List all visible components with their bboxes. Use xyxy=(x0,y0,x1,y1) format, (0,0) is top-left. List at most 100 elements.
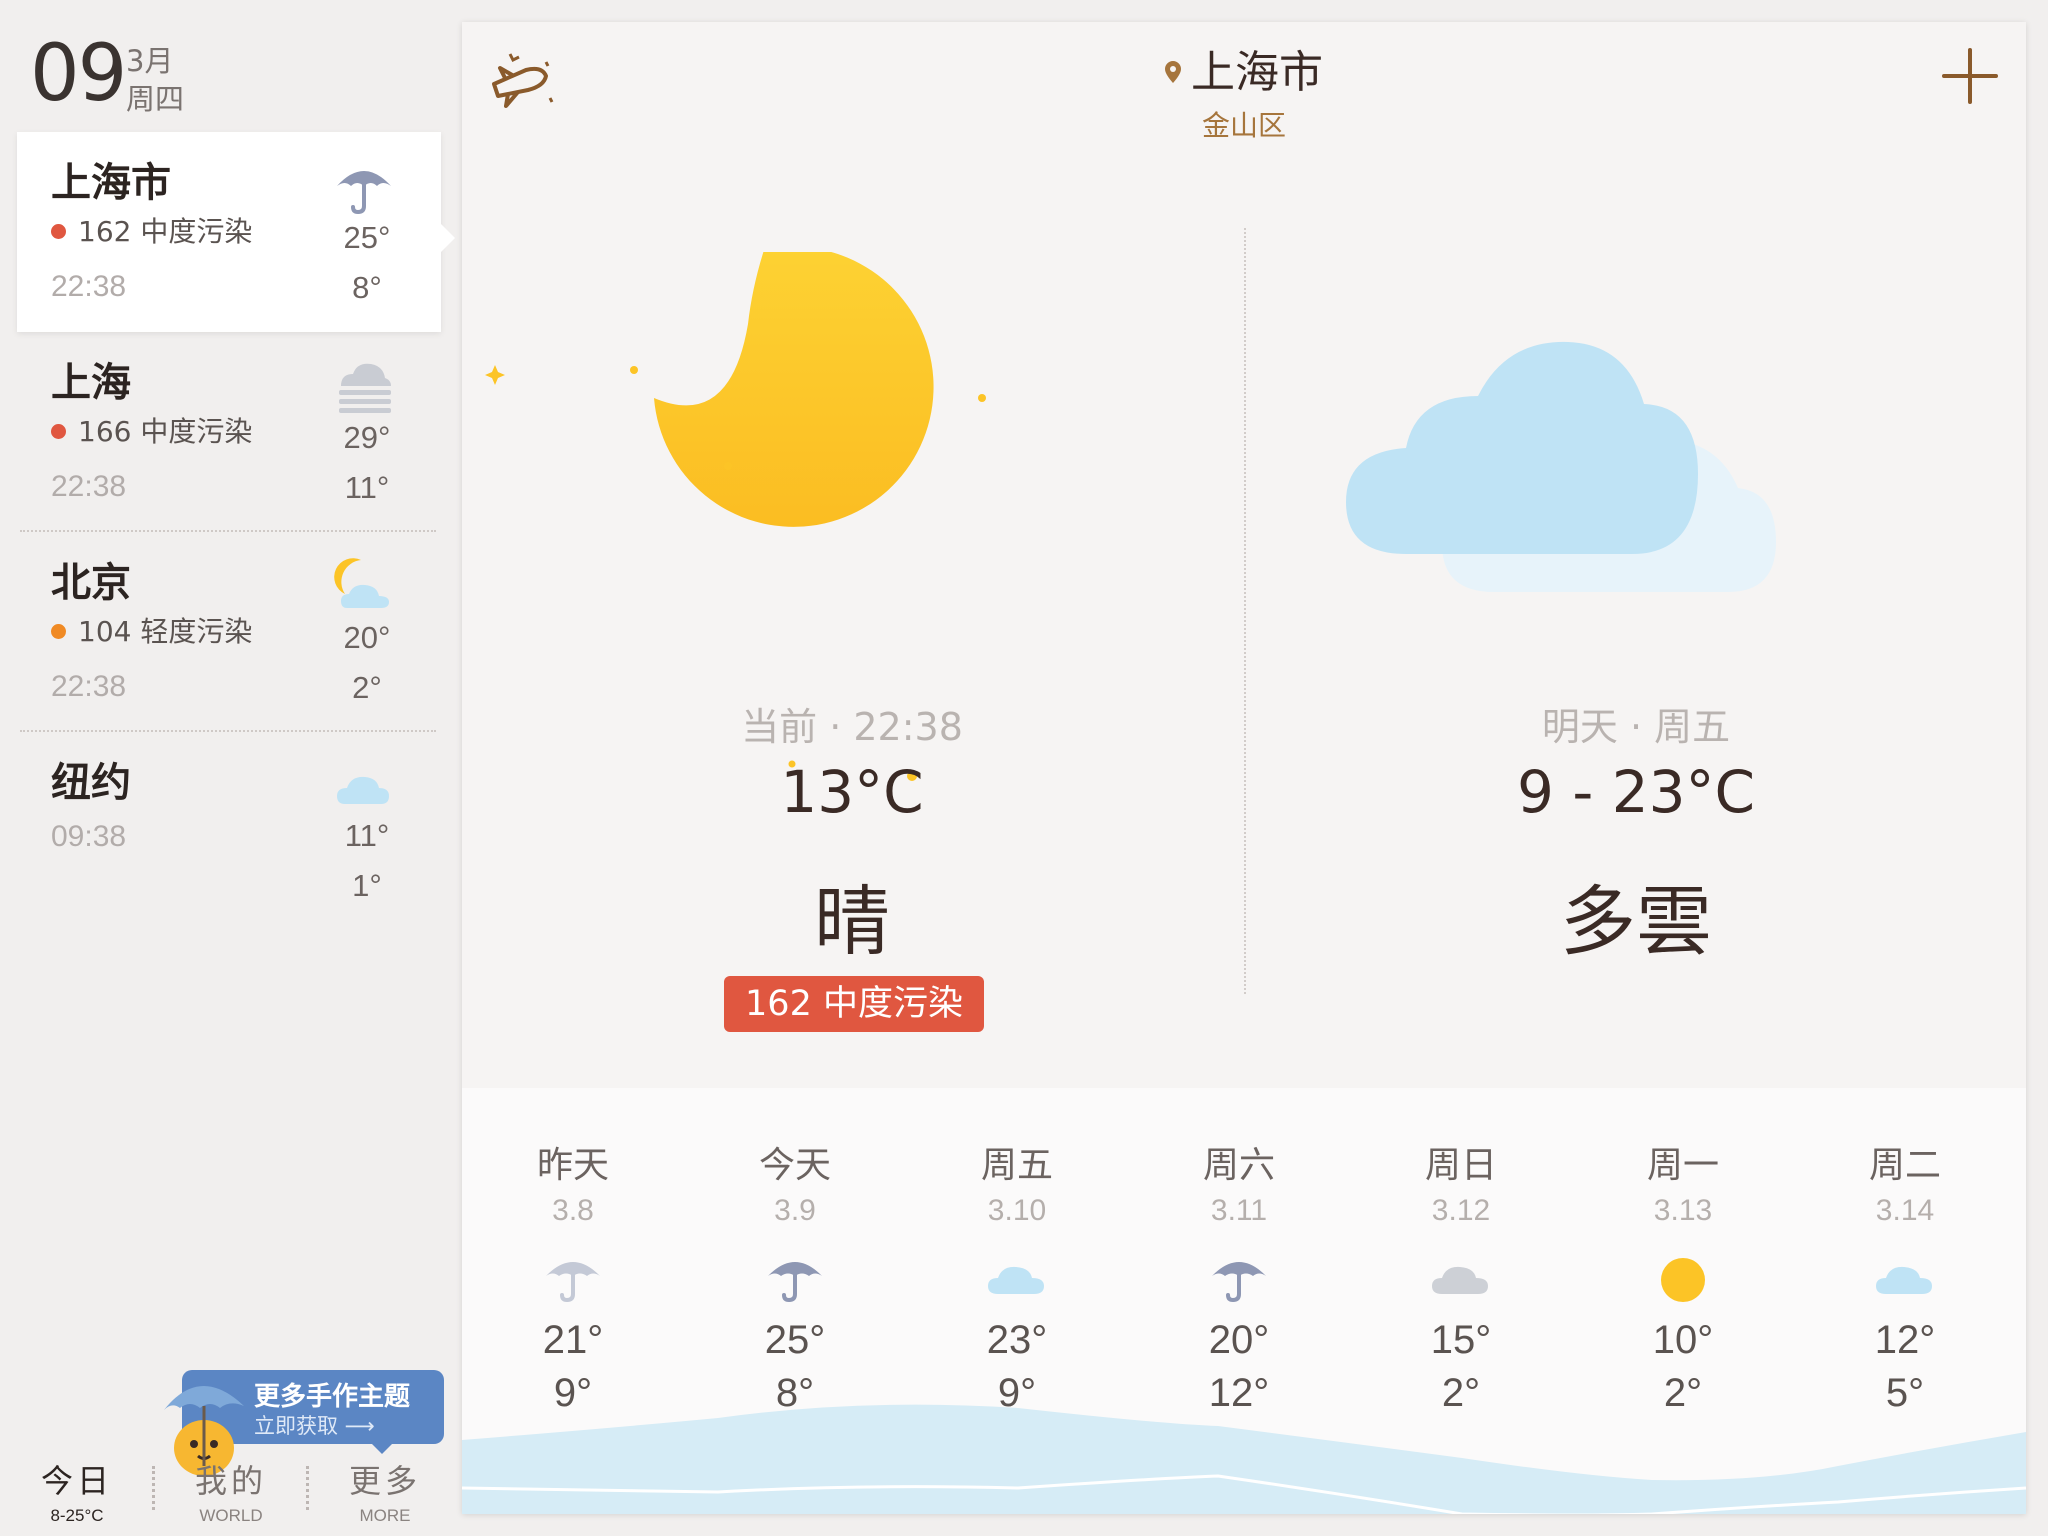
overcast-icon xyxy=(1432,1266,1488,1294)
location-city-text: 上海市 xyxy=(1191,47,1323,98)
forecast-day-name: 昨天 xyxy=(536,1145,609,1186)
tab-label: 我的 xyxy=(194,1462,267,1500)
forecast-day-name: 周日 xyxy=(1424,1145,1497,1186)
forecast-day[interactable]: 周二 3.14 12° 5° xyxy=(1794,1088,2016,1416)
aqi-dot xyxy=(51,224,66,239)
location-city: 上海市 xyxy=(462,36,2026,100)
city-low: 8° xyxy=(352,270,382,305)
city-time: 22:38 xyxy=(51,270,127,303)
city-name: 上海市 xyxy=(51,160,171,206)
city-item-shanghai-city[interactable]: 上海市 162 中度污染 22:38 25° 8° xyxy=(17,132,455,332)
cloud-icon xyxy=(988,1266,1044,1294)
forecast-day[interactable]: 周一 3.13 10° 2° xyxy=(1572,1088,1794,1416)
city-low: 1° xyxy=(352,868,382,903)
forecast-day-name: 周一 xyxy=(1646,1145,1719,1186)
forecast-low: 9° xyxy=(553,1371,593,1415)
forecast-low: 2° xyxy=(1441,1371,1481,1415)
aqi-badge[interactable]: 162 中度污染 xyxy=(724,976,984,1032)
city-high: 25° xyxy=(343,220,391,255)
date-weekday: 周四 xyxy=(126,82,185,116)
forecast-day[interactable]: 今天 3.9 25° 8° xyxy=(684,1088,906,1416)
city-name: 纽约 xyxy=(51,760,131,806)
tomorrow-temperature: 9 - 23°C xyxy=(1516,758,1755,826)
tab-sublabel: WORLD xyxy=(199,1506,263,1525)
umbrella-icon xyxy=(1212,1262,1266,1303)
current-temperature: 13°C xyxy=(780,758,924,826)
city-aqi-text: 166 中度污染 xyxy=(78,415,253,448)
city-time: 09:38 xyxy=(51,820,127,853)
tab-divider xyxy=(152,1466,155,1510)
forecast-day[interactable]: 周六 3.11 20° 12° xyxy=(1128,1088,1350,1416)
forecast-date: 3.12 xyxy=(1431,1194,1491,1227)
sun-icon xyxy=(1661,1258,1705,1302)
forecast-low: 8° xyxy=(775,1371,815,1415)
moon-icon xyxy=(485,252,986,527)
current-condition: 晴 xyxy=(814,877,890,966)
tomorrow-label: 明天 · 周五 xyxy=(1541,705,1731,749)
location-header[interactable]: 上海市 金山区 xyxy=(462,36,2026,144)
city-aqi-text: 162 中度污染 xyxy=(78,215,253,248)
location-district: 金山区 xyxy=(1201,109,1286,142)
tab-label: 今日 xyxy=(40,1462,113,1500)
city-item-new-york[interactable]: 纽约 09:38 11° 1° xyxy=(17,732,441,932)
forecast-date: 3.11 xyxy=(1210,1194,1268,1227)
aqi-dot xyxy=(51,424,66,439)
city-time: 22:38 xyxy=(51,470,127,503)
date-day: 09 xyxy=(30,29,127,119)
weather-detail-panel: 上海市 金山区 当前 · 22:38 13°C 晴 162 中度污染 明天 · … xyxy=(462,22,2026,1514)
add-city-button[interactable] xyxy=(1940,46,2000,106)
city-high: 20° xyxy=(343,620,391,655)
forecast-low: 9° xyxy=(997,1371,1037,1415)
forecast-high: 15° xyxy=(1430,1318,1492,1362)
promo-subtitle: 立即获取 ⟶ xyxy=(254,1414,375,1438)
city-aqi-text: 104 轻度污染 xyxy=(78,615,253,648)
tomorrow-condition: 多雲 xyxy=(1560,877,1712,966)
forecast-day-name: 周六 xyxy=(1202,1145,1275,1186)
fog-icon xyxy=(339,363,391,413)
umbrella-icon xyxy=(546,1262,600,1303)
tab-today[interactable]: 今日 8-25°C xyxy=(12,1456,142,1526)
forecast-day[interactable]: 昨天 3.8 21° 9° xyxy=(462,1088,684,1416)
city-time: 22:38 xyxy=(51,670,127,703)
forecast-date: 3.8 xyxy=(552,1194,594,1227)
forecast-high: 10° xyxy=(1652,1318,1714,1362)
location-pin-icon xyxy=(1165,61,1181,83)
forecast-high: 12° xyxy=(1874,1318,1936,1362)
forecast-day[interactable]: 周五 3.10 23° 9° xyxy=(906,1088,1128,1416)
city-low: 2° xyxy=(352,670,382,705)
city-aqi: 166 中度污染 xyxy=(51,410,252,450)
tab-world[interactable]: 我的 WORLD xyxy=(166,1456,296,1526)
tab-sublabel: MORE xyxy=(359,1506,411,1525)
city-low: 11° xyxy=(344,470,390,505)
tab-more[interactable]: 更多 MORE xyxy=(320,1456,450,1526)
moon-cloud-icon xyxy=(334,558,389,608)
forecast-low: 2° xyxy=(1663,1371,1703,1415)
forecast-date: 3.9 xyxy=(774,1194,816,1227)
forecast-date: 3.10 xyxy=(987,1194,1047,1227)
tab-sublabel: 8-25°C xyxy=(50,1506,104,1525)
city-item-beijing[interactable]: 北京 104 轻度污染 22:38 20° 2° xyxy=(17,532,441,732)
forecast-strip: 昨天 3.8 21° 9° 今天 3.9 25° 8° 周五 3.10 23° … xyxy=(462,1088,2026,1514)
bottom-tab-bar: 今日 8-25°C 我的 WORLD 更多 MORE xyxy=(0,1450,460,1536)
current-label: 当前 · 22:38 xyxy=(741,705,963,749)
city-item-shanghai[interactable]: 上海 166 中度污染 22:38 29° 11° xyxy=(17,332,441,532)
aqi-dot xyxy=(51,624,66,639)
date-month: 3月 xyxy=(126,44,174,78)
forecast-day[interactable]: 周日 3.12 15° 2° xyxy=(1350,1088,1572,1416)
cloud-icon xyxy=(1876,1266,1932,1294)
city-name: 上海 xyxy=(51,360,131,406)
forecast-high: 23° xyxy=(986,1318,1048,1362)
forecast-day-name: 今天 xyxy=(758,1145,831,1186)
cloud-icon xyxy=(1346,341,1776,592)
promo-title: 更多手作主题 xyxy=(254,1382,411,1412)
tab-divider xyxy=(306,1466,309,1510)
forecast-high: 25° xyxy=(764,1318,826,1362)
city-aqi: 162 中度污染 xyxy=(51,210,252,250)
city-aqi: 104 轻度污染 xyxy=(51,610,252,650)
umbrella-icon xyxy=(337,171,391,215)
forecast-low: 12° xyxy=(1208,1371,1270,1415)
forecast-low: 5° xyxy=(1885,1371,1925,1415)
city-name: 北京 xyxy=(51,560,131,606)
forecast-day-name: 周二 xyxy=(1868,1145,1941,1186)
forecast-day-name: 周五 xyxy=(980,1145,1053,1186)
